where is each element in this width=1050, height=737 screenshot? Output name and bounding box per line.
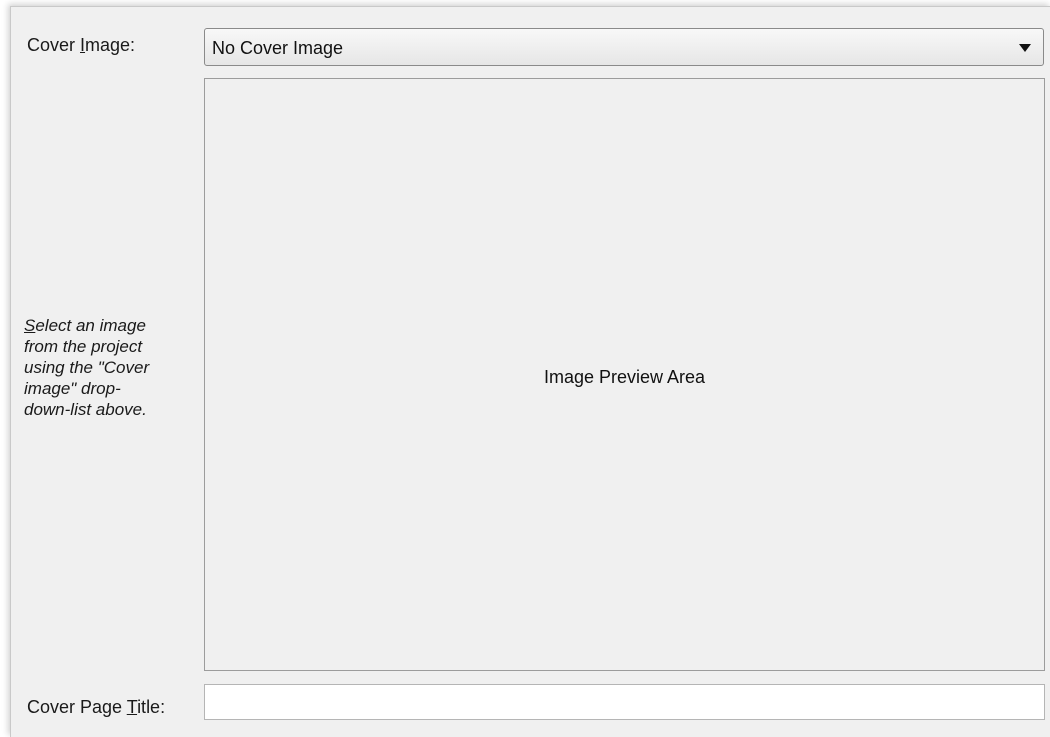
cover-page-title-label-mnemonic: T xyxy=(126,697,138,717)
cover-page-title-input[interactable] xyxy=(204,684,1045,720)
hint-line-4: image" drop- xyxy=(24,379,121,398)
cover-image-label: Cover Image: xyxy=(27,35,135,56)
cover-image-selected-value: No Cover Image xyxy=(212,38,344,58)
cover-image-label-text: Cover xyxy=(27,35,81,55)
hint-line-2: from the project xyxy=(24,337,143,356)
image-preview-placeholder: Image Preview Area xyxy=(543,367,706,387)
cover-page-title-label-text-end: itle: xyxy=(137,697,166,717)
cover-image-label-text-end: mage: xyxy=(85,35,136,55)
hint-line-1-text: elect an image xyxy=(35,316,146,335)
hint-line-5: down-list above. xyxy=(24,400,147,419)
cover-settings-panel: Cover Image: No Cover Image Select an im… xyxy=(10,6,1050,737)
chevron-down-icon[interactable] xyxy=(1019,44,1031,52)
cover-page-title-label-text: Cover Page xyxy=(27,697,127,717)
cover-image-hint: Select an image from the project using t… xyxy=(24,315,202,420)
cover-page-title-label: Cover Page Title: xyxy=(27,697,165,718)
hint-mnemonic: S xyxy=(24,316,36,335)
hint-line-1: Select an image xyxy=(24,315,202,336)
hint-line-3: using the "Cover xyxy=(24,358,150,377)
image-preview-area: Image Preview Area xyxy=(204,78,1045,671)
cover-image-dropdown[interactable]: No Cover Image xyxy=(204,28,1044,66)
